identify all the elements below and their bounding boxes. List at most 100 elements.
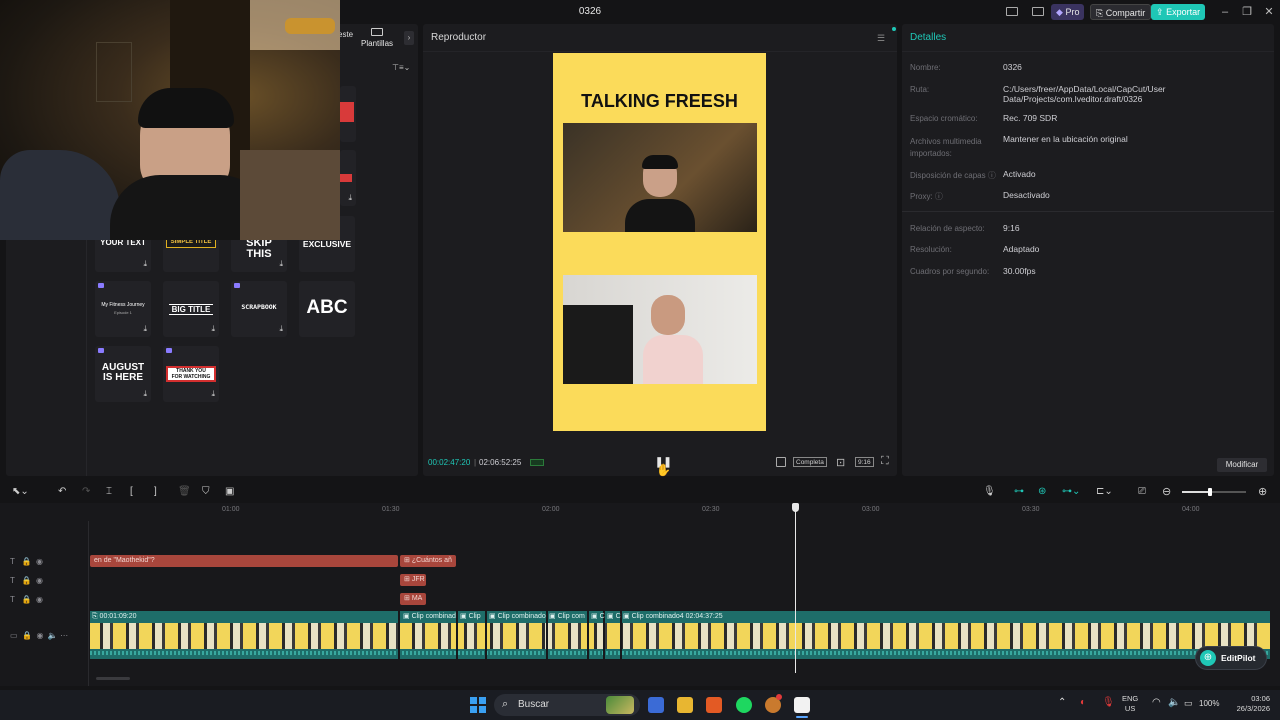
audio-icon[interactable]: 🔈	[48, 631, 58, 640]
snap-icon[interactable]: ⊶⌄	[1062, 486, 1080, 497]
fullscreen-icon[interactable]: ⛶	[881, 455, 889, 468]
template-tile[interactable]: SCRAPBOOK ⤓	[231, 281, 287, 337]
text-clip[interactable]: ⊞ JFR	[400, 574, 426, 586]
download-icon[interactable]: ⤓	[348, 193, 352, 203]
lock-icon[interactable]: 🔒	[22, 576, 32, 585]
aspect-ratio-button[interactable]: 9:16	[855, 457, 874, 467]
battery-level: 100%	[1199, 699, 1220, 708]
lock-icon[interactable]: 🔒	[22, 631, 32, 640]
clip-label: ▣ Clip com	[549, 613, 585, 620]
file-explorer-icon[interactable]	[677, 697, 693, 713]
detail-value-proxy: Desactivado	[1003, 190, 1050, 200]
mic-icon[interactable]: 🎙	[1102, 697, 1115, 708]
template-tile[interactable]: THANK YOU FOR WATCHING ⤓	[163, 346, 219, 402]
language-indicator[interactable]: ENG US	[1122, 694, 1138, 714]
share-button[interactable]: ⎘ Compartir	[1090, 4, 1152, 20]
filter-icon[interactable]: ⊤≡⌄	[392, 63, 410, 72]
capcut-icon[interactable]	[794, 697, 810, 713]
close-icon[interactable]: ✕	[1262, 5, 1276, 19]
top-video-clip[interactable]	[563, 123, 757, 232]
chevron-up-icon[interactable]: ⌃	[1058, 697, 1066, 708]
download-icon[interactable]: ⤓	[279, 324, 283, 334]
lock-icon[interactable]: 🔒	[22, 557, 32, 566]
shield-icon[interactable]: ⛉	[202, 486, 210, 497]
brave-icon[interactable]	[706, 697, 722, 713]
download-icon[interactable]: ⤓	[279, 259, 283, 269]
zoom-out-icon[interactable]: ⊖	[1162, 485, 1171, 498]
eye-icon[interactable]: ◉	[36, 576, 43, 585]
battery-icon[interactable]: ▭	[1184, 698, 1193, 709]
playhead[interactable]	[795, 503, 796, 673]
wifi-icon[interactable]: ◠	[1152, 697, 1161, 708]
split-icon[interactable]: ⌶	[106, 486, 112, 497]
tile-thumb	[340, 174, 352, 182]
screenshot-icon[interactable]: ⊡	[836, 456, 845, 469]
timeline-scrollbar[interactable]	[96, 677, 130, 680]
delete-icon[interactable]: 🗑	[178, 486, 191, 497]
download-icon[interactable]: ⤓	[143, 324, 147, 334]
tab-templates[interactable]: Plantillas	[361, 39, 393, 48]
template-tile[interactable]: BIG TITLE ⤓	[163, 281, 219, 337]
spotify-icon[interactable]	[736, 697, 752, 713]
text-clip[interactable]: ⊞ MA	[400, 593, 426, 605]
playhead-handle[interactable]	[792, 503, 799, 512]
microphone-icon[interactable]: 🎙	[983, 486, 996, 497]
template-tile-partial[interactable]: ⤓	[340, 150, 356, 206]
eye-icon[interactable]: ◉	[36, 595, 43, 604]
template-tile[interactable]: AUGUST IS HERE ⤓	[95, 346, 151, 402]
text-clip[interactable]: en de "Maothekid"?	[90, 555, 398, 567]
tabs-next-icon[interactable]: ›	[404, 31, 414, 45]
crop-icon[interactable]	[776, 457, 786, 467]
notification-badge	[776, 694, 782, 700]
download-icon[interactable]: ⤓	[143, 259, 147, 269]
modify-button[interactable]: Modificar	[1217, 458, 1267, 472]
more-icon[interactable]: ⋯	[60, 631, 68, 640]
taskbar-search[interactable]: ⌕ Buscar	[494, 694, 640, 716]
zoom-slider[interactable]	[1182, 488, 1246, 496]
pro-button[interactable]: ◆ Pro	[1051, 4, 1085, 20]
layout-icon[interactable]	[1006, 7, 1018, 16]
lock-icon[interactable]: 🔒	[22, 595, 32, 604]
magnet-icon[interactable]: ⊛	[1038, 486, 1046, 497]
minimize-icon[interactable]: –	[1218, 5, 1232, 19]
select-tool-icon[interactable]: ⬉⌄	[12, 486, 29, 497]
player-menu-icon[interactable]: ☰	[877, 33, 885, 44]
text-icon: T	[10, 595, 15, 604]
link-clips-icon[interactable]: ⊶	[1014, 486, 1024, 497]
download-icon[interactable]: ⤓	[143, 389, 147, 399]
premium-icon	[98, 283, 104, 288]
text-clip[interactable]: ⊞ ¿Cuántos añ	[400, 555, 456, 567]
editpilot-button[interactable]: ⊕ EditPilot	[1195, 646, 1267, 670]
export-button[interactable]: ⇪ Exportar	[1151, 4, 1206, 20]
preview-axis-icon[interactable]: ⊏⌄	[1096, 486, 1113, 497]
template-tile-partial[interactable]	[340, 86, 356, 142]
undo-icon[interactable]: ↶	[58, 486, 66, 497]
record-icon[interactable]: ◐	[1080, 697, 1086, 708]
panel-icon[interactable]	[1032, 7, 1044, 16]
zoom-in-icon[interactable]: ⊕	[1258, 485, 1267, 498]
trim-left-icon[interactable]: [	[130, 486, 133, 497]
full-quality-button[interactable]: Completa	[793, 457, 827, 467]
download-icon[interactable]: ⤓	[211, 324, 215, 334]
caption-icon[interactable]: ⎚	[1138, 486, 1146, 497]
current-time: 00:02:47:20	[428, 458, 471, 467]
share-icon: ⎘	[1096, 8, 1104, 18]
download-icon[interactable]: ⤓	[211, 389, 215, 399]
start-icon[interactable]	[470, 697, 486, 713]
redo-icon[interactable]: ↷	[82, 486, 90, 497]
template-tile[interactable]: My Fitness Journey Episode 1 ⤓	[95, 281, 151, 337]
bottom-video-clip[interactable]	[563, 275, 757, 384]
eye-icon[interactable]: ◉	[36, 631, 43, 640]
trim-right-icon[interactable]: ]	[154, 486, 157, 497]
tab-partial[interactable]: este	[338, 30, 353, 39]
volume-icon[interactable]: 🔈	[1168, 697, 1180, 708]
clock[interactable]: 03:06 26/3/2026	[1228, 694, 1270, 714]
premium-icon	[166, 348, 172, 353]
maximize-icon[interactable]: ❐	[1240, 5, 1254, 19]
tile-label: BIG TITLE	[169, 304, 213, 315]
image-icon[interactable]: ▣	[225, 486, 234, 497]
store-icon[interactable]	[648, 697, 664, 713]
eye-icon[interactable]: ◉	[36, 557, 43, 566]
zoom-slider-handle[interactable]	[1208, 488, 1212, 496]
template-tile[interactable]: ABC	[299, 281, 355, 337]
